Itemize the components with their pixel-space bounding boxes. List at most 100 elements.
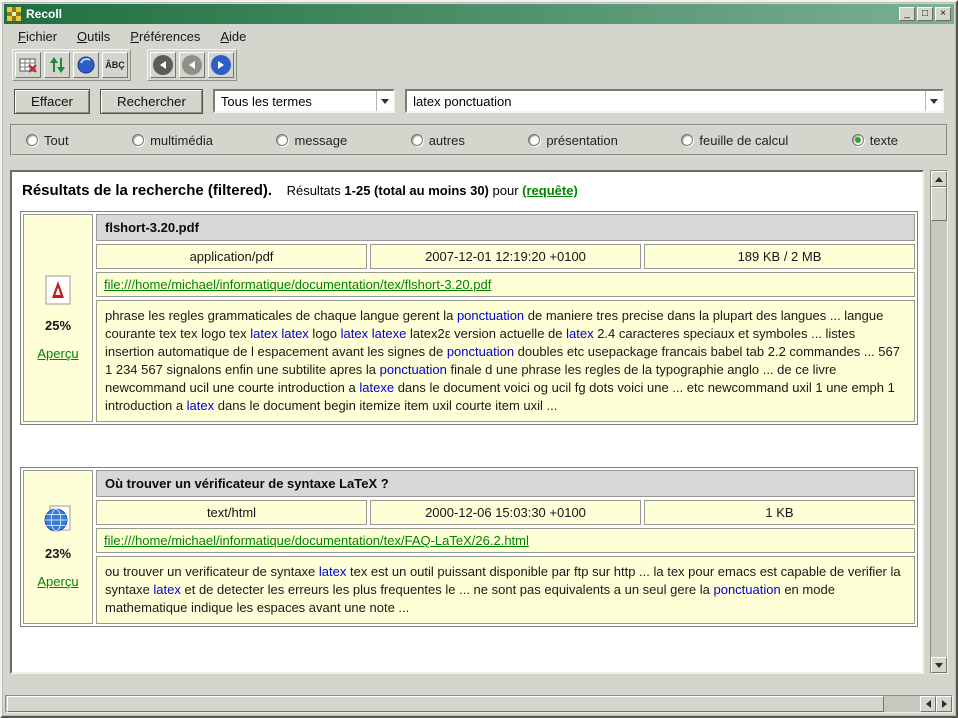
search-mode-value: Tous les termes [215, 94, 376, 109]
chevron-down-icon[interactable] [925, 91, 942, 111]
result-filename: Où trouver un vérificateur de syntaxe La… [96, 470, 915, 497]
radio-icon[interactable] [276, 134, 288, 146]
result-url-link[interactable]: file:///home/michael/informatique/docume… [104, 533, 529, 548]
h-scroll-thumb[interactable] [7, 696, 884, 712]
results-panel: Résultats de la recherche (filtered). Ré… [10, 170, 924, 674]
result-mime: application/pdf [96, 244, 367, 269]
close-button[interactable]: × [935, 7, 951, 21]
results-pour: pour [493, 183, 519, 198]
radio-icon[interactable] [132, 134, 144, 146]
radio-icon[interactable] [528, 134, 540, 146]
filter-option-multimedia[interactable]: multimédia [132, 133, 213, 148]
arrow-right-icon [942, 700, 947, 708]
pdf-file-icon [45, 275, 71, 305]
vertical-scrollbar[interactable] [930, 170, 948, 674]
html-file-icon [44, 505, 72, 533]
result-content: Où trouver un vérificateur de syntaxe La… [96, 470, 915, 624]
sort-by-dates-button[interactable] [44, 52, 70, 78]
results-header: Résultats de la recherche (filtered). Ré… [18, 178, 918, 211]
search-row: Effacer Rechercher Tous les termes [2, 82, 956, 120]
results-title: Résultats de la recherche (filtered). [22, 182, 272, 199]
result-snippet: phrase les regles grammaticales de chaqu… [96, 300, 915, 422]
radio-icon[interactable] [852, 134, 864, 146]
result-filename: flshort-3.20.pdf [96, 214, 915, 241]
history-button[interactable] [73, 52, 99, 78]
maximize-button[interactable]: □ [917, 7, 933, 21]
result-meta-row: text/html 2000-12-06 15:03:30 +0100 1 KB [96, 500, 915, 525]
preview-link[interactable]: Aperçu [37, 346, 78, 361]
scroll-right-button[interactable] [936, 696, 952, 712]
toolbar: ÂBÇ [2, 48, 956, 82]
toolbar-group-search: ÂBÇ [12, 49, 131, 81]
clear-button[interactable]: Effacer [14, 89, 90, 114]
titlebar: Recoll _ □ × [4, 4, 954, 24]
result-date: 2000-12-06 15:03:30 +0100 [370, 500, 641, 525]
result-side-panel: 25% Aperçu [23, 214, 93, 422]
filter-option-texte[interactable]: texte [852, 133, 898, 148]
clear-table-icon [19, 57, 37, 73]
radio-icon[interactable] [411, 134, 423, 146]
query-combobox[interactable] [405, 89, 944, 113]
result-url-row: file:///home/michael/informatique/docume… [96, 272, 915, 297]
app-icon [7, 7, 21, 21]
scroll-up-button[interactable] [931, 171, 947, 187]
menu-item-fichier[interactable]: Fichier [10, 26, 65, 47]
filter-option-presentation[interactable]: présentation [528, 133, 618, 148]
scroll-track[interactable] [931, 221, 947, 657]
arrow-down-icon [935, 663, 943, 668]
relevance-percent: 23% [45, 546, 71, 561]
preview-link[interactable]: Aperçu [37, 574, 78, 589]
prev-page-button[interactable] [179, 52, 205, 78]
first-page-button[interactable] [150, 52, 176, 78]
result-size: 1 KB [644, 500, 915, 525]
prev-page-icon [182, 55, 202, 75]
query-input[interactable] [407, 94, 925, 109]
result-side-panel: 23% Aperçu [23, 470, 93, 624]
result-url-row: file:///home/michael/informatique/docume… [96, 528, 915, 553]
chevron-down-icon[interactable] [376, 91, 393, 111]
arrow-up-icon [935, 177, 943, 182]
filter-option-tout[interactable]: Tout [26, 133, 69, 148]
radio-icon[interactable] [26, 134, 38, 146]
radio-icon[interactable] [681, 134, 693, 146]
sort-arrows-icon [49, 56, 65, 74]
menu-item-preferences[interactable]: Préférences [122, 26, 208, 47]
filter-option-autres[interactable]: autres [411, 133, 465, 148]
scroll-left-button[interactable] [920, 696, 936, 712]
result-url-link[interactable]: file:///home/michael/informatique/docume… [104, 277, 491, 292]
first-page-icon [153, 55, 173, 75]
result-size: 189 KB / 2 MB [644, 244, 915, 269]
result-card: 25% Aperçu flshort-3.20.pdf application/… [20, 211, 918, 425]
toolbar-group-nav [147, 49, 237, 81]
term-explorer-button[interactable]: ÂBÇ [102, 52, 128, 78]
result-content: flshort-3.20.pdf application/pdf 2007-12… [96, 214, 915, 422]
result-mime: text/html [96, 500, 367, 525]
horizontal-scrollbar[interactable] [5, 695, 953, 713]
result-meta-row: application/pdf 2007-12-01 12:19:20 +010… [96, 244, 915, 269]
relevance-percent: 25% [45, 318, 71, 333]
menubar: Fichier Outils Préférences Aide [2, 24, 956, 48]
vertical-scroll-thumb[interactable] [931, 187, 947, 221]
term-explorer-icon: ÂBÇ [105, 60, 125, 70]
search-button[interactable]: Rechercher [100, 89, 203, 114]
result-card: 23% Aperçu Où trouver un vérificateur de… [20, 467, 918, 627]
h-scroll-track[interactable] [6, 696, 920, 712]
menu-item-outils[interactable]: Outils [69, 26, 118, 47]
minimize-button[interactable]: _ [899, 7, 915, 21]
query-link[interactable]: (requête) [522, 183, 578, 198]
results-count-prefix: Résultats [287, 183, 341, 198]
next-page-button[interactable] [208, 52, 234, 78]
result-date: 2007-12-01 12:19:20 +0100 [370, 244, 641, 269]
menu-item-aide[interactable]: Aide [212, 26, 254, 47]
blue-orb-icon [77, 56, 95, 74]
filter-panel: Tout multimédia message autres présentat… [10, 124, 948, 156]
recoll-window: Recoll _ □ × Fichier Outils Préférences … [0, 0, 958, 718]
clear-search-button[interactable] [15, 52, 41, 78]
result-snippet: ou trouver un verificateur de syntaxe la… [96, 556, 915, 624]
scroll-down-button[interactable] [931, 657, 947, 673]
filter-option-feuille-de-calcul[interactable]: feuille de calcul [681, 133, 788, 148]
filter-option-message[interactable]: message [276, 133, 347, 148]
arrow-left-icon [926, 700, 931, 708]
search-mode-select[interactable]: Tous les termes [213, 89, 395, 113]
results-range: 1-25 (total au moins 30) [344, 183, 488, 198]
